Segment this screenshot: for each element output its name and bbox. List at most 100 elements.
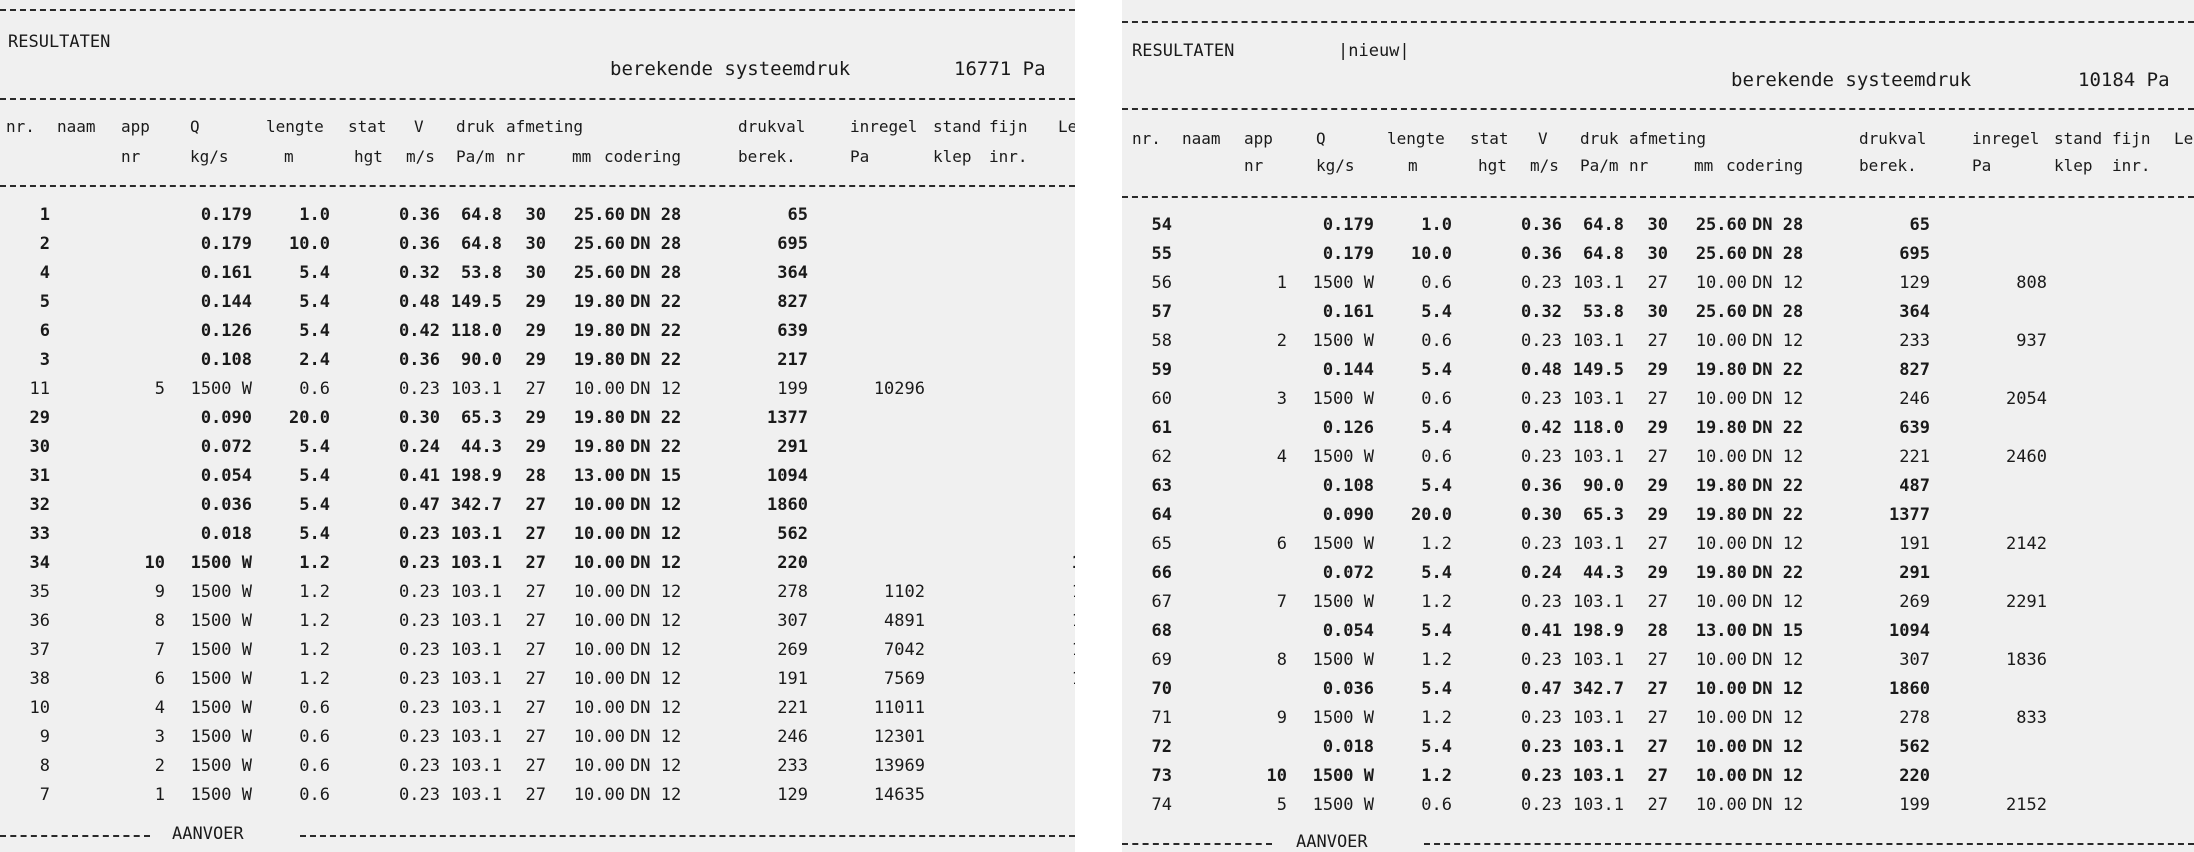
cell-anr: 28 (1647, 621, 1668, 641)
cell-nr: 66 (1151, 563, 1172, 583)
cell-mm: 10.00 (573, 756, 625, 776)
cell-anr: 27 (525, 495, 546, 515)
system-pressure-value: 10184 Pa (2078, 69, 2170, 91)
header-divider-bottom (0, 185, 1075, 187)
cell-mm: 10.00 (1695, 795, 1747, 815)
cell-q: 1500 W (190, 756, 252, 776)
cell-druk: 103.1 (450, 553, 502, 573)
cell-x: 1 (1062, 555, 1075, 572)
cell-nr: 10 (29, 698, 50, 718)
top-divider (1122, 21, 2194, 23)
cell-druk: 103.1 (1572, 389, 1624, 409)
cell-v: 0.23 (399, 379, 440, 399)
cell-druk: 103.1 (450, 582, 502, 602)
cell-druk: 342.7 (1572, 679, 1624, 699)
cell-q: 1500 W (1312, 534, 1374, 554)
cell-anr: 30 (1647, 244, 1668, 264)
cell-cod: DN 12 (1752, 389, 1804, 409)
cell-nr: 36 (29, 611, 50, 631)
cell-val: 291 (777, 437, 808, 457)
col-header-stat: stat (348, 117, 387, 136)
cell-cod: DN 12 (1752, 650, 1804, 670)
cell-druk: 198.9 (1572, 621, 1624, 641)
header-divider-top (0, 98, 1075, 100)
cell-lengte: 5.4 (299, 263, 330, 283)
cell-val: 639 (1899, 418, 1930, 438)
cell-q: 1500 W (1312, 795, 1374, 815)
cell-cod: DN 28 (1752, 215, 1804, 235)
cell-lengte: 5.4 (299, 321, 330, 341)
cell-app: 10 (144, 553, 165, 573)
cell-q: 1500 W (190, 640, 252, 660)
cell-mm: 19.80 (573, 437, 625, 457)
col-header-q: Q (1316, 129, 1326, 148)
cell-lengte: 5.4 (1421, 621, 1452, 641)
footer-aanvoer-label: AANVOER (1296, 832, 1368, 852)
cell-val: 129 (777, 785, 808, 805)
cell-cod: DN 12 (630, 582, 682, 602)
cell-q: 0.036 (1322, 679, 1374, 699)
cell-druk: 103.1 (450, 785, 502, 805)
cell-x: 1 (1062, 642, 1075, 659)
cell-cod: DN 12 (1752, 708, 1804, 728)
cell-mm: 10.00 (573, 669, 625, 689)
cell-cod: DN 15 (1752, 621, 1804, 641)
cell-druk: 103.1 (450, 379, 502, 399)
cell-v: 0.23 (399, 669, 440, 689)
cell-val: 269 (1899, 592, 1930, 612)
cell-q: 1500 W (190, 611, 252, 631)
cell-val: 129 (1899, 273, 1930, 293)
cell-lengte: 5.4 (1421, 418, 1452, 438)
cell-app: 2 (1276, 331, 1287, 351)
cell-mm: 19.80 (1695, 505, 1747, 525)
cell-cod: DN 22 (630, 437, 682, 457)
cell-lengte: 0.6 (299, 727, 330, 747)
col-header-drukval: drukval (1859, 129, 1927, 148)
cell-mm: 25.60 (573, 205, 625, 225)
cell-app: 8 (1276, 650, 1287, 670)
top-divider (0, 9, 1075, 11)
cell-app: 9 (154, 582, 165, 602)
system-pressure-value: 16771 Pa (954, 58, 1046, 80)
cell-q: 1500 W (1312, 766, 1374, 786)
cell-nr: 2 (39, 234, 50, 254)
cell-nr: 64 (1151, 505, 1172, 525)
cell-v: 0.42 (399, 321, 440, 341)
cell-cod: DN 28 (1752, 302, 1804, 322)
cell-cod: DN 22 (630, 408, 682, 428)
cell-lengte: 1.2 (1421, 650, 1452, 670)
cell-mm: 10.00 (573, 698, 625, 718)
cell-inr: 1836 (2006, 650, 2047, 670)
cell-q: 0.179 (1322, 244, 1374, 264)
cell-anr: 27 (525, 553, 546, 573)
cell-app: 4 (1276, 447, 1287, 467)
cell-v: 0.41 (399, 466, 440, 486)
cell-mm: 19.80 (1695, 563, 1747, 583)
cell-lengte: 0.6 (1421, 389, 1452, 409)
cell-lengte: 0.6 (299, 756, 330, 776)
cell-druk: 103.1 (1572, 795, 1624, 815)
cell-cod: DN 22 (1752, 360, 1804, 380)
cell-druk: 90.0 (461, 350, 502, 370)
cell-nr: 68 (1151, 621, 1172, 641)
col-header-stand: stand (2054, 129, 2103, 148)
cell-anr: 27 (525, 756, 546, 776)
cell-val: 695 (1899, 244, 1930, 264)
cell-mm: 19.80 (573, 408, 625, 428)
col-sub-q: kg/s (190, 147, 229, 166)
cell-mm: 19.80 (573, 292, 625, 312)
cell-nr: 73 (1151, 766, 1172, 786)
cell-v: 0.36 (399, 350, 440, 370)
cell-v: 0.23 (1521, 331, 1562, 351)
cell-lengte: 5.4 (1421, 563, 1452, 583)
cell-mm: 13.00 (573, 466, 625, 486)
cell-app: 6 (1276, 534, 1287, 554)
cell-lengte: 5.4 (299, 466, 330, 486)
header-divider-top (1122, 108, 2194, 110)
cell-anr: 27 (1647, 592, 1668, 612)
cell-lengte: 0.6 (299, 785, 330, 805)
cell-anr: 29 (525, 350, 546, 370)
cell-v: 0.42 (1521, 418, 1562, 438)
col-header-afmeting: afmeting (506, 117, 584, 136)
cell-cod: DN 15 (630, 466, 682, 486)
